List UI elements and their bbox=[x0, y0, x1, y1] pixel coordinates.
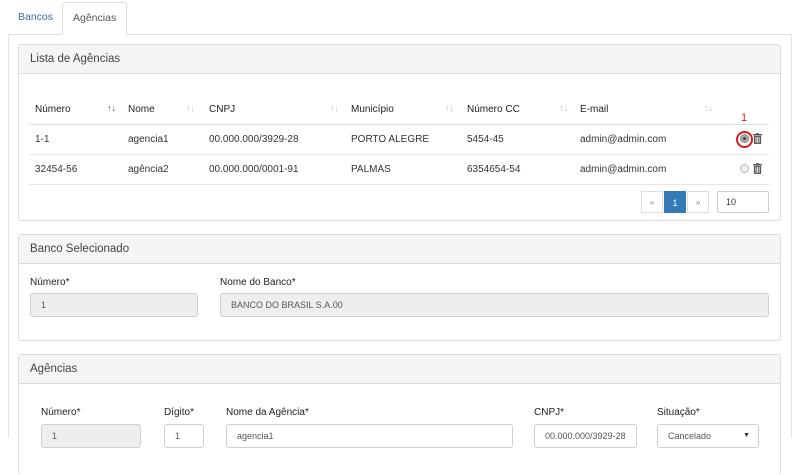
table-row[interactable]: 32454-56 agência2 00.000.000/0001-91 PAL… bbox=[29, 155, 769, 185]
digit-label: Dígito* bbox=[164, 407, 195, 418]
pagination-prev[interactable]: « bbox=[641, 191, 663, 213]
select-radio[interactable] bbox=[740, 164, 749, 173]
sort-icon[interactable]: ↑↓ bbox=[704, 95, 713, 121]
agency-list-panel: Lista de Agências Número ↑↓ Nome ↑↓ CNPJ… bbox=[18, 44, 781, 221]
status-select[interactable]: Cancelado ▼ bbox=[657, 424, 759, 448]
column-header-numero-cc[interactable]: Número CC bbox=[467, 95, 520, 124]
agency-form-panel: Agências Número* 1 Dígito* 1 Nome da Agê… bbox=[18, 354, 781, 475]
cell-nome: agencia1 bbox=[128, 134, 169, 145]
status-select-value: Cancelado bbox=[668, 431, 712, 441]
panel-title: Lista de Agências bbox=[19, 45, 780, 74]
sort-icon[interactable]: ↑↓ bbox=[107, 95, 116, 121]
sort-icon[interactable]: ↑↓ bbox=[186, 95, 195, 121]
bank-number-field[interactable]: 1 bbox=[30, 293, 198, 317]
cell-cnpj: 00.000.000/3929-28 bbox=[209, 134, 299, 145]
cnpj-label: CNPJ* bbox=[534, 407, 565, 418]
cell-email: admin@admin.com bbox=[580, 134, 667, 145]
table-row[interactable]: 1-1 agencia1 00.000.000/3929-28 PORTO AL… bbox=[29, 112, 769, 155]
cell-municipio: PORTO ALEGRE bbox=[351, 134, 429, 145]
highlight-ring bbox=[736, 131, 753, 148]
page-size-input[interactable]: 10 bbox=[717, 191, 769, 213]
cell-email: admin@admin.com bbox=[580, 164, 667, 175]
trash-icon[interactable] bbox=[753, 133, 762, 144]
cnpj-field[interactable]: 00.000.000/3929-28 bbox=[534, 424, 637, 448]
column-header-email[interactable]: E-mail bbox=[580, 95, 608, 124]
agency-number-label: Número* bbox=[41, 407, 81, 418]
column-header-cnpj[interactable]: CNPJ bbox=[209, 95, 235, 124]
column-header-numero[interactable]: Número bbox=[35, 95, 71, 124]
agency-name-field[interactable]: agencia1 bbox=[226, 424, 513, 448]
status-label: Situação* bbox=[657, 407, 700, 418]
chevron-down-icon: ▼ bbox=[743, 432, 750, 439]
column-header-nome[interactable]: Nome bbox=[128, 95, 155, 124]
cell-nome: agência2 bbox=[128, 164, 169, 175]
table-header: Número ↑↓ Nome ↑↓ CNPJ ↑↓ Município ↑↓ N… bbox=[29, 95, 769, 125]
cell-cnpj: 00.000.000/0001-91 bbox=[209, 164, 299, 175]
sort-icon[interactable]: ↑↓ bbox=[445, 95, 454, 121]
digit-field[interactable]: 1 bbox=[164, 424, 204, 448]
bank-name-label: Nome do Banco* bbox=[220, 277, 296, 288]
pagination-next[interactable]: » bbox=[687, 191, 709, 213]
annotation-number: 1 bbox=[741, 112, 748, 124]
sort-icon[interactable]: ↑↓ bbox=[330, 95, 339, 121]
cell-numero: 1-1 bbox=[35, 134, 50, 145]
bank-name-field[interactable]: BANCO DO BRASIL S.A.00 bbox=[220, 293, 769, 317]
tab-bancos[interactable]: Bancos bbox=[8, 2, 63, 33]
cell-municipio: PALMAS bbox=[351, 164, 391, 175]
agency-table: Número ↑↓ Nome ↑↓ CNPJ ↑↓ Município ↑↓ N… bbox=[29, 95, 769, 185]
agency-name-label: Nome da Agência* bbox=[226, 407, 309, 418]
trash-icon[interactable] bbox=[753, 163, 762, 174]
tab-agencias[interactable]: Agências bbox=[62, 2, 128, 35]
tab-content: Lista de Agências Número ↑↓ Nome ↑↓ CNPJ… bbox=[8, 34, 792, 475]
panel-title: Agências bbox=[19, 355, 780, 384]
tab-bar: Bancos Agências bbox=[8, 2, 792, 35]
pagination-page-1[interactable]: 1 bbox=[664, 191, 686, 213]
column-header-municipio[interactable]: Município bbox=[351, 95, 394, 124]
cell-numero-cc: 6354654-54 bbox=[467, 164, 521, 175]
sort-icon[interactable]: ↑↓ bbox=[559, 95, 568, 121]
agency-number-field[interactable]: 1 bbox=[41, 424, 141, 448]
selected-bank-panel: Banco Selecionado Número* 1 Nome do Banc… bbox=[18, 234, 781, 341]
cell-numero-cc: 5454-45 bbox=[467, 134, 504, 145]
panel-title: Banco Selecionado bbox=[19, 235, 780, 264]
cell-numero: 32454-56 bbox=[35, 164, 78, 175]
numero-label: Número* bbox=[30, 277, 70, 288]
